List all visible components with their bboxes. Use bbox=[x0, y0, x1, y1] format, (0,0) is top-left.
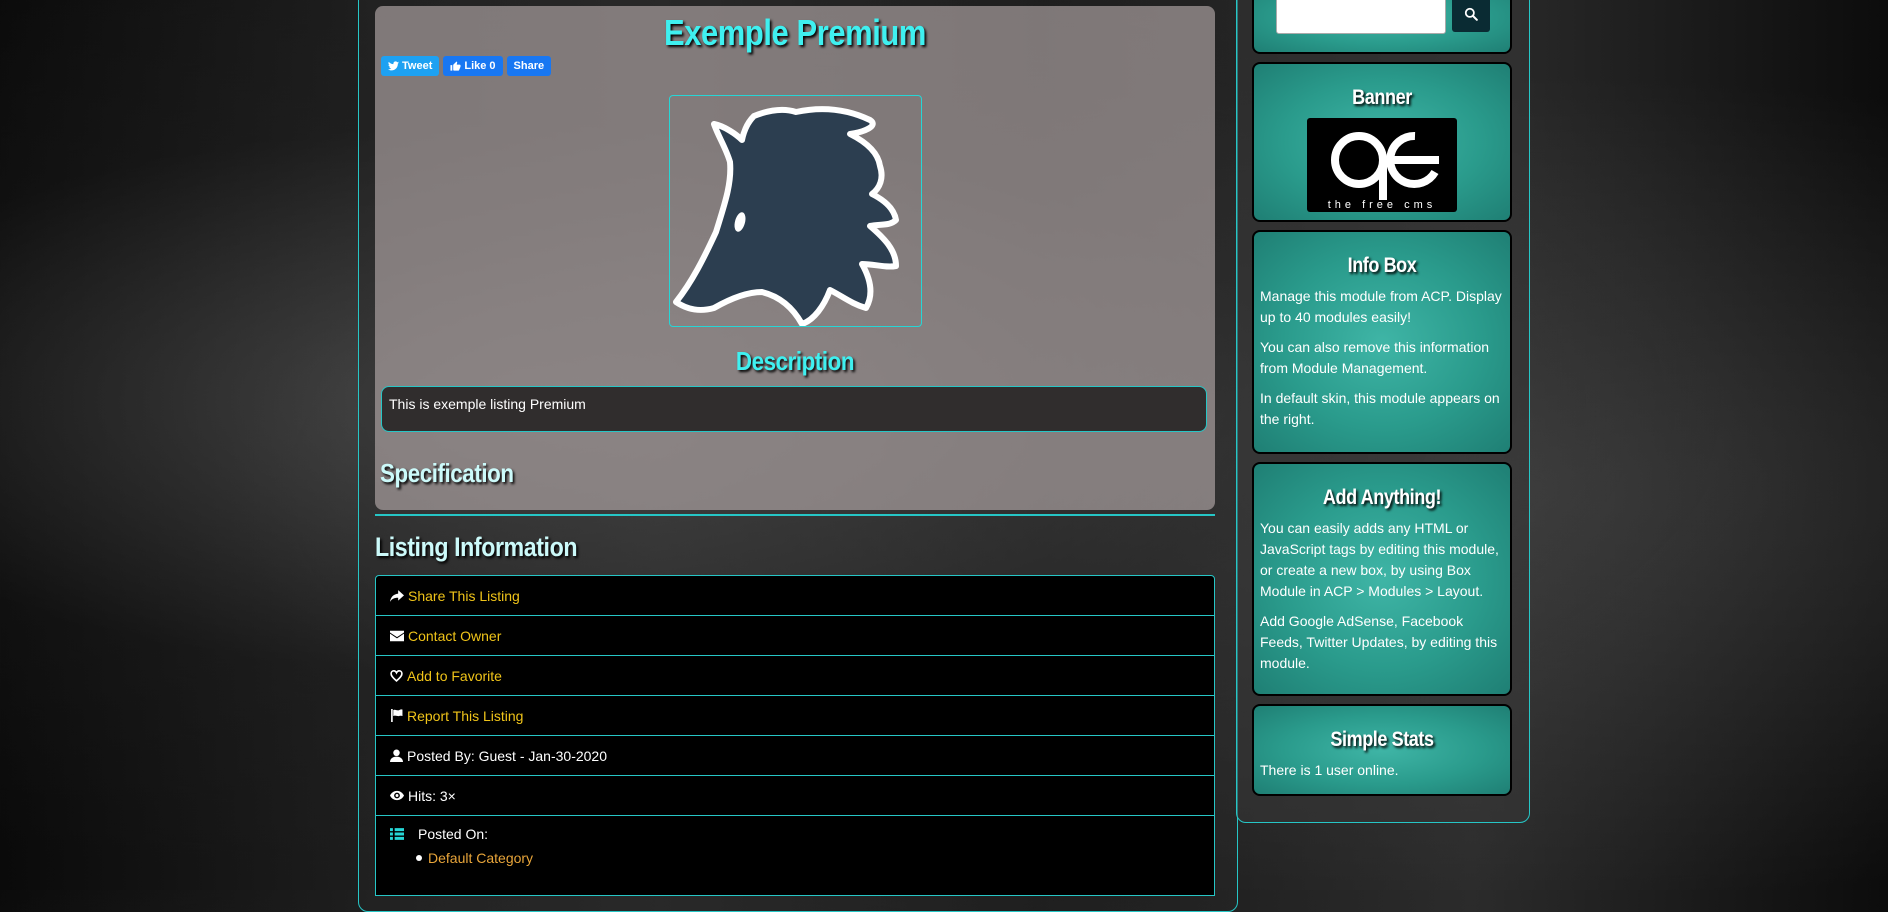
tweet-label: Tweet bbox=[402, 60, 433, 72]
add-anything-title: Add Anything! bbox=[1322, 486, 1442, 509]
listing-information-heading: Listing Information bbox=[375, 532, 578, 562]
share-button[interactable]: Share bbox=[506, 56, 552, 76]
specification-heading: Specification bbox=[380, 458, 514, 488]
search-input[interactable] bbox=[1276, 0, 1446, 34]
simple-stats-title: Simple Stats bbox=[1330, 728, 1434, 751]
listing-information-list: Share This Listing Contact Owner Add to … bbox=[375, 575, 1215, 896]
share-icon bbox=[390, 589, 404, 602]
search-button[interactable] bbox=[1452, 0, 1490, 32]
thumbs-up-icon bbox=[450, 60, 461, 71]
eye-icon bbox=[390, 790, 404, 801]
heart-icon bbox=[390, 669, 403, 682]
hits-row: Hits: 3× bbox=[375, 776, 1215, 816]
twitter-icon bbox=[388, 61, 399, 71]
contact-owner-link[interactable]: Contact Owner bbox=[408, 628, 501, 644]
banner-box: Banner the free cms bbox=[1252, 62, 1512, 222]
add-favorite-link[interactable]: Add to Favorite bbox=[407, 668, 502, 684]
info-box: Info Box Manage this module from ACP. Di… bbox=[1252, 230, 1512, 454]
like-label: Like 0 bbox=[464, 60, 496, 72]
search-icon bbox=[1464, 7, 1478, 21]
like-button[interactable]: Like 0 bbox=[443, 56, 503, 76]
banner-title: Banner bbox=[1352, 86, 1412, 109]
default-category-link[interactable]: Default Category bbox=[428, 850, 533, 866]
social-buttons: Tweet Like 0 Share bbox=[381, 56, 552, 76]
listing-image[interactable] bbox=[669, 95, 922, 327]
description-heading: Description bbox=[735, 346, 855, 376]
simple-stats-box: Simple Stats There is 1 user online. bbox=[1252, 704, 1512, 796]
info-box-text: In default skin, this module appears on … bbox=[1260, 390, 1500, 427]
hits-text: Hits: 3× bbox=[408, 787, 456, 804]
divider bbox=[375, 514, 1215, 516]
info-box-title: Info Box bbox=[1347, 254, 1417, 277]
info-box-text: You can also remove this information fro… bbox=[1260, 339, 1490, 376]
description-box: This is exemple listing Premium bbox=[381, 386, 1207, 432]
banner-image[interactable]: the free cms bbox=[1307, 118, 1457, 212]
report-listing-row[interactable]: Report This Listing bbox=[375, 696, 1215, 736]
list-icon bbox=[390, 828, 404, 840]
listing-title: Exemple Premium bbox=[663, 12, 926, 53]
tweet-button[interactable]: Tweet bbox=[381, 56, 440, 76]
posted-by-row: Posted By: Guest - Jan-30-2020 bbox=[375, 736, 1215, 776]
add-anything-box: Add Anything! You can easily adds any HT… bbox=[1252, 462, 1512, 696]
add-anything-text: You can easily adds any HTML or JavaScri… bbox=[1260, 520, 1499, 599]
bullet bbox=[416, 855, 422, 861]
share-listing-row[interactable]: Share This Listing bbox=[375, 575, 1215, 616]
user-icon bbox=[390, 749, 403, 762]
posted-on-row: Posted On: Default Category bbox=[375, 816, 1215, 896]
envelope-icon bbox=[390, 630, 404, 641]
add-anything-text: Add Google AdSense, Facebook Feeds, Twit… bbox=[1260, 613, 1498, 671]
qe-logo: the free cms bbox=[1328, 131, 1439, 211]
listing-panel: Exemple Premium Tweet Like 0 Share Descr… bbox=[375, 6, 1215, 510]
add-favorite-row[interactable]: Add to Favorite bbox=[375, 656, 1215, 696]
simple-stats-text: There is 1 user online. bbox=[1260, 762, 1399, 778]
default-avatar-image bbox=[673, 106, 899, 327]
report-listing-link[interactable]: Report This Listing bbox=[407, 708, 523, 724]
contact-owner-row[interactable]: Contact Owner bbox=[375, 616, 1215, 656]
share-listing-link[interactable]: Share This Listing bbox=[408, 588, 520, 604]
posted-by-text: Posted By: Guest - Jan-30-2020 bbox=[407, 747, 607, 764]
flag-icon bbox=[391, 709, 403, 722]
share-label: Share bbox=[513, 60, 545, 72]
posted-on-label: Posted On: bbox=[418, 826, 489, 842]
category-item: Default Category bbox=[416, 850, 1200, 866]
logo-text: the free cms bbox=[1328, 199, 1437, 211]
info-box-text: Manage this module from ACP. Display up … bbox=[1260, 288, 1502, 325]
